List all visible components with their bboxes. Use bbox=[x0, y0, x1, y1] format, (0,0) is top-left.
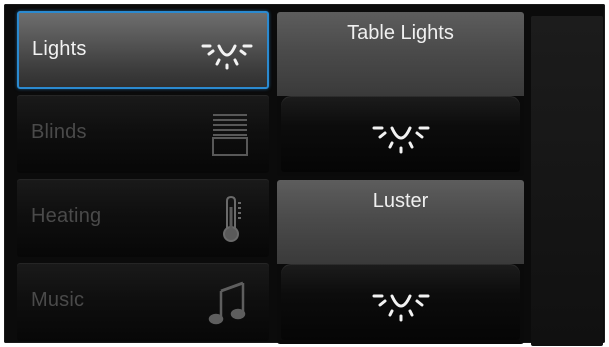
sidebar-item-label: Blinds bbox=[31, 121, 87, 143]
sidebar-item-lights[interactable]: Lights bbox=[17, 11, 269, 89]
empty-column bbox=[531, 16, 603, 346]
table-lights-tile: Table Lights bbox=[277, 12, 524, 176]
sidebar-item-heating[interactable]: Heating bbox=[17, 179, 269, 257]
luster-toggle-button[interactable] bbox=[281, 264, 520, 340]
sidebar-item-label: Music bbox=[31, 289, 85, 311]
sidebar-item-blinds[interactable]: Blinds bbox=[17, 95, 269, 173]
blinds-icon bbox=[212, 114, 248, 156]
control-panel: Lights Blinds Heating Music Table Lights… bbox=[4, 4, 605, 346]
light-bulb-icon bbox=[201, 44, 253, 70]
tile-header: Luster bbox=[277, 180, 524, 264]
tile-title: Luster bbox=[372, 190, 429, 212]
sidebar-item-label: Heating bbox=[31, 205, 102, 227]
tile-header: Table Lights bbox=[277, 12, 524, 96]
screen: Lights Blinds Heating Music Table Lights… bbox=[0, 0, 609, 347]
sidebar-item-label: Lights bbox=[32, 38, 87, 60]
music-note-icon bbox=[208, 281, 246, 325]
sidebar-item-music[interactable]: Music bbox=[17, 263, 269, 341]
table-lights-toggle-button[interactable] bbox=[281, 96, 520, 172]
tile-title: Table Lights bbox=[347, 22, 454, 44]
light-bulb-icon bbox=[372, 294, 430, 322]
luster-tile: Luster bbox=[277, 180, 524, 344]
thermometer-icon bbox=[223, 195, 241, 242]
light-bulb-icon bbox=[372, 126, 430, 154]
